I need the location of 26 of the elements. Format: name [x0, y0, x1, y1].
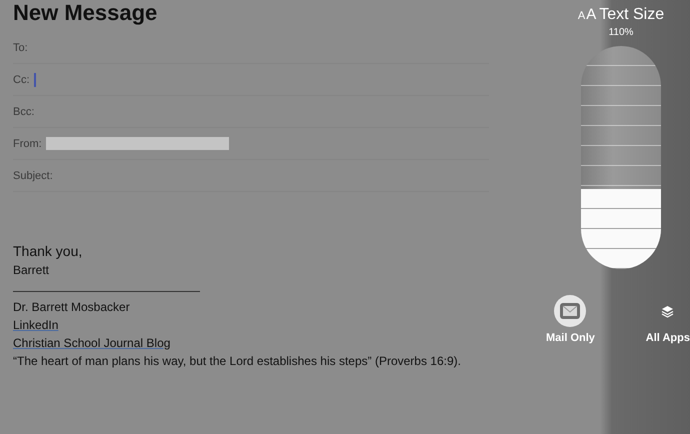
- signature-text: Barrett: [13, 262, 50, 279]
- field-row[interactable]: Cc:: [13, 64, 489, 96]
- layers-icon: [661, 304, 674, 318]
- field-label: Cc:: [13, 74, 30, 86]
- signature-text: Dr. Barrett Mosbacker: [13, 299, 131, 316]
- field-row[interactable]: To:: [13, 32, 489, 64]
- greeting-text: Thank you,: [13, 242, 84, 261]
- field-label: Subject:: [13, 170, 53, 182]
- field-label: Bcc:: [13, 106, 34, 118]
- large-letter-icon: A: [586, 6, 596, 23]
- field-row[interactable]: Subject:: [13, 160, 489, 192]
- signature-text: “The heart of man plans his way, but the Lord establishes his steps” (Proverbs 16:9).: [13, 353, 462, 370]
- envelope-icon: [560, 303, 580, 319]
- field-label: To:: [13, 42, 28, 54]
- signature-link[interactable]: Christian School Journal Blog: [13, 334, 170, 352]
- panel-title: Text Size: [599, 6, 664, 24]
- signature-link[interactable]: LinkedIn: [13, 316, 58, 334]
- field-label: From:: [13, 138, 42, 150]
- field-row[interactable]: Bcc:: [13, 96, 489, 128]
- field-row[interactable]: From:: [13, 128, 489, 160]
- window-title: New Message: [13, 0, 158, 26]
- slider-fill[interactable]: [581, 188, 661, 269]
- mode-button[interactable]: All Apps: [646, 295, 690, 344]
- small-letter-icon: A: [578, 10, 586, 22]
- size-reading: 110%: [608, 27, 634, 38]
- mode-button[interactable]: Mail Only: [546, 295, 595, 344]
